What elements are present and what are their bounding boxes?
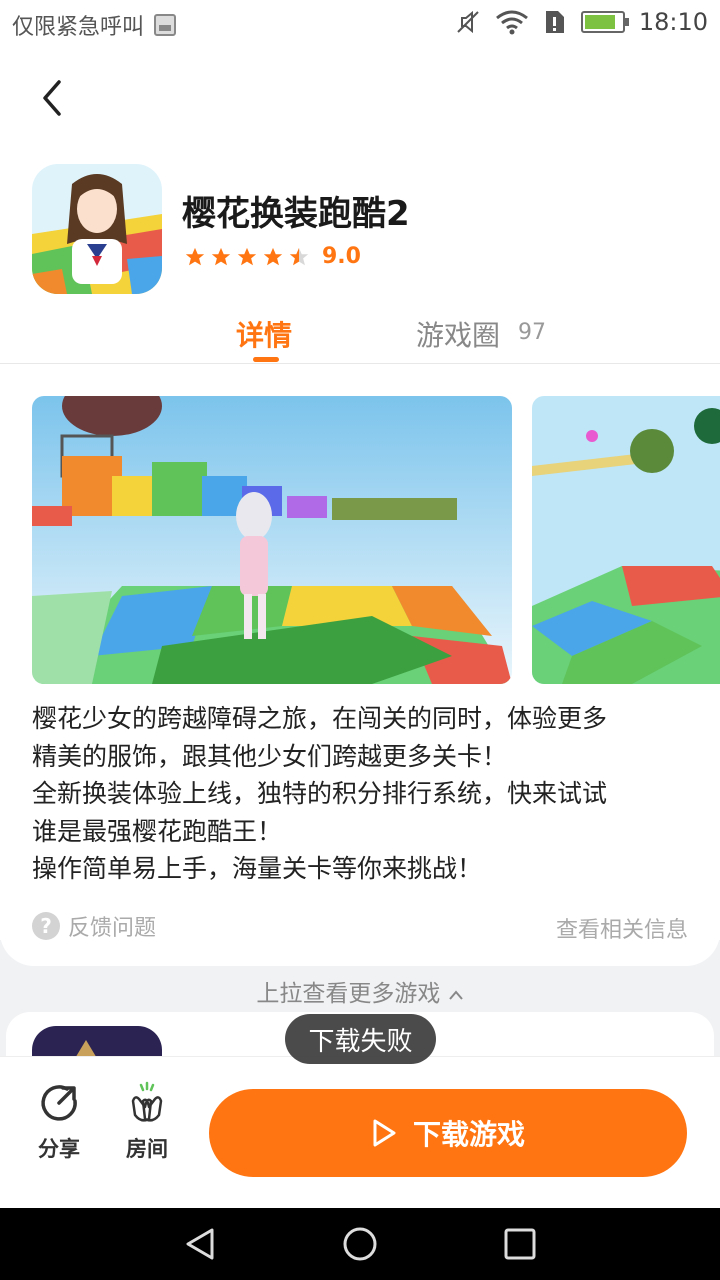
mute-icon (457, 10, 479, 34)
star-icon (211, 247, 231, 265)
room-label: 房间 (126, 1137, 168, 1161)
wifi-icon (495, 10, 528, 35)
back-button[interactable] (30, 76, 74, 120)
recents-square-icon[interactable] (502, 1226, 538, 1262)
description: 樱花少女的跨越障碍之旅，在闯关的同时，体验更多 精美的服饰，跟其他少女们跨越更多… (32, 700, 692, 888)
star-icon (237, 247, 257, 265)
battery-icon (580, 11, 629, 33)
toast-message: 下载失败 (285, 1014, 436, 1064)
download-label: 下载游戏 (412, 1118, 525, 1151)
star-icon (263, 247, 283, 265)
system-nav-bar (0, 1208, 720, 1280)
rating: 9.0 (184, 244, 361, 269)
play-icon (373, 1119, 396, 1147)
chevron-left-icon (43, 80, 61, 116)
feedback-link[interactable]: ? 反馈问题 (32, 910, 156, 942)
screenshot-2[interactable] (532, 396, 720, 684)
back-triangle-icon[interactable] (182, 1226, 218, 1262)
download-button[interactable]: 下载游戏 (209, 1089, 687, 1177)
app-icon (32, 164, 162, 294)
description-line: 精美的服饰，跟其他少女们跨越更多关卡！ (32, 741, 508, 771)
star-icon (185, 247, 205, 265)
app-title: 樱花换装跑酷2 (182, 194, 410, 234)
half-star-icon (289, 247, 309, 265)
detail-card: 樱花少女的跨越障碍之旅，在闯关的同时，体验更多 精美的服饰，跟其他少女们跨越更多… (0, 364, 720, 966)
tab-active-indicator (253, 357, 279, 362)
clap-icon (131, 1081, 163, 1122)
share-label: 分享 (38, 1137, 80, 1161)
chevron-up-icon (448, 990, 463, 1000)
pull-more-hint: 上拉查看更多游戏 (0, 974, 720, 1008)
question-icon: ? (32, 912, 60, 940)
bottom-action-bar: 分享 房间 下载游戏 (0, 1056, 720, 1208)
description-line: 操作简单易上手，海量关卡等你来挑战！ (32, 854, 483, 883)
image-notification-icon (154, 14, 177, 36)
status-bar: 仅限紧急呼叫 18:10 (0, 0, 720, 50)
status-time: 18:10 (638, 8, 708, 36)
tab-game-circle[interactable]: 游戏圈 (416, 314, 500, 354)
description-line: 全新换装体验上线，独特的积分排行系统，快来试试 (32, 779, 608, 808)
share-button[interactable]: 分享 (24, 1081, 94, 1163)
tab-game-circle-count: 97 (518, 320, 546, 345)
description-line: 谁是最强樱花跑酷王！ (32, 816, 283, 846)
tab-detail[interactable]: 详情 (236, 314, 292, 354)
tab-bar: 详情 游戏圈 97 (0, 308, 720, 364)
status-carrier-text: 仅限紧急呼叫 (12, 15, 145, 40)
room-button[interactable]: 房间 (112, 1081, 182, 1163)
feedback-label: 反馈问题 (68, 916, 157, 941)
screenshot-1[interactable] (32, 396, 512, 684)
description-line: 樱花少女的跨越障碍之旅，在闯关的同时，体验更多 (32, 704, 608, 733)
share-icon (41, 1085, 77, 1121)
sim-alert-icon (545, 11, 564, 33)
rating-value: 9.0 (322, 244, 361, 269)
related-info-link[interactable]: 查看相关信息 (556, 912, 688, 944)
home-circle-icon[interactable] (342, 1226, 378, 1262)
pull-more-label: 上拉查看更多游戏 (256, 981, 441, 1007)
